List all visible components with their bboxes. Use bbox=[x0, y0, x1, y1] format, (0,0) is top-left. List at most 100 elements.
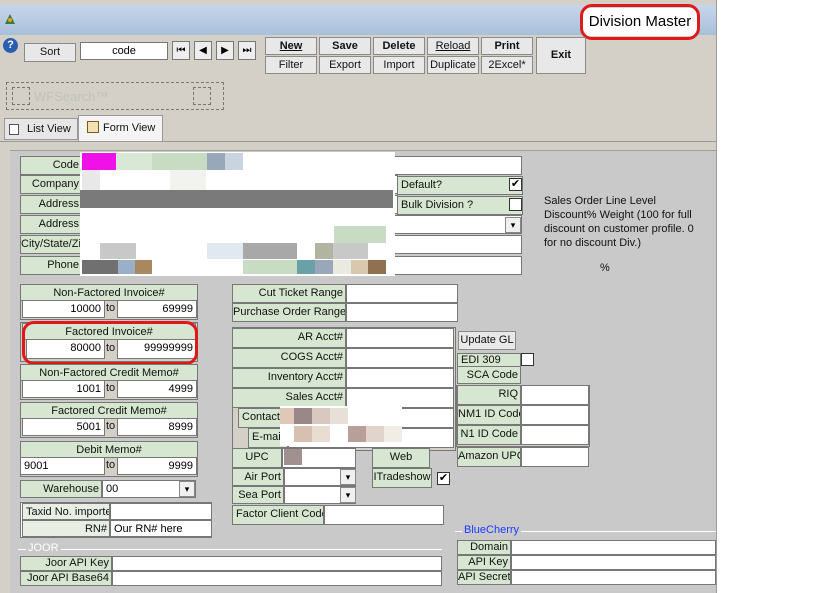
taxid-input[interactable] bbox=[110, 503, 212, 520]
riq-label: RIQ bbox=[457, 385, 521, 405]
tab-list-view-label: List View bbox=[27, 123, 71, 135]
tab-list-view[interactable]: List View bbox=[4, 118, 78, 140]
joor-api-base-input[interactable] bbox=[112, 571, 442, 586]
wfsearch-right-handle bbox=[193, 87, 211, 105]
nonfact-invoice-from[interactable]: 10000 bbox=[22, 300, 105, 318]
joor-api-key-label: Joor API Key bbox=[20, 556, 112, 571]
po-range-input[interactable] bbox=[346, 303, 458, 322]
print-button[interactable]: Print bbox=[481, 37, 533, 55]
redacted-pixel bbox=[82, 260, 118, 274]
redacted-pixel bbox=[118, 260, 135, 274]
bulk-division-checkbox[interactable] bbox=[509, 198, 522, 211]
inventory-acct-input[interactable] bbox=[346, 368, 454, 388]
ar-acct-label: AR Acct# bbox=[232, 328, 346, 348]
sort-field-input[interactable]: code bbox=[80, 42, 168, 60]
redacted-pixel bbox=[225, 153, 243, 170]
export-button[interactable]: Export bbox=[319, 56, 371, 74]
default-label: Default? bbox=[397, 176, 523, 195]
nonfact-credit-to-label: to bbox=[106, 382, 116, 394]
air-port-dropdown-icon[interactable]: ▾ bbox=[340, 469, 356, 485]
redacted-pixel bbox=[330, 408, 348, 424]
help-icon[interactable]: ? bbox=[3, 38, 18, 53]
edi-309-label: EDI 309 bbox=[457, 353, 521, 367]
nonfact-credit-label: Non-Factored Credit Memo# bbox=[20, 364, 198, 381]
factor-client-label: Factor Client Code bbox=[232, 505, 324, 525]
rn-input[interactable]: Our RN# here bbox=[110, 520, 212, 537]
n1-id-label: N1 ID Code bbox=[457, 425, 521, 445]
highlight-title bbox=[580, 4, 700, 40]
inventory-acct-label: Inventory Acct# bbox=[232, 368, 346, 388]
edi-309-checkbox[interactable] bbox=[521, 353, 534, 366]
cut-ticket-input[interactable] bbox=[346, 284, 458, 303]
upc-label: UPC bbox=[232, 448, 282, 468]
redacted-pixel bbox=[207, 153, 225, 170]
nonfact-invoice-to[interactable]: 69999 bbox=[117, 300, 197, 318]
next-record-button[interactable]: ▶ bbox=[216, 41, 234, 60]
sea-port-dropdown-icon[interactable]: ▾ bbox=[340, 487, 356, 503]
api-key-label: API Key bbox=[457, 555, 511, 570]
cut-ticket-label: Cut Ticket Range bbox=[232, 284, 346, 303]
last-record-button[interactable]: ⏭ bbox=[238, 41, 256, 60]
redacted-pixel bbox=[284, 449, 302, 465]
first-record-button[interactable]: ⏮ bbox=[172, 41, 190, 60]
address2-dropdown-icon[interactable]: ▾ bbox=[505, 217, 521, 233]
sort-button[interactable]: Sort bbox=[24, 43, 76, 62]
warehouse-dropdown-icon[interactable]: ▾ bbox=[179, 481, 195, 497]
factor-client-input[interactable] bbox=[324, 505, 444, 525]
default-checkbox[interactable]: ✔ bbox=[509, 178, 522, 191]
redacted-pixel bbox=[351, 260, 368, 274]
filter-button[interactable]: Filter bbox=[265, 56, 317, 74]
itradeshow-label: ITradeshow bbox=[372, 468, 432, 488]
ar-acct-input[interactable] bbox=[346, 328, 454, 348]
right-border-line bbox=[716, 0, 717, 593]
bluecherry-section-title: BlueCherry bbox=[462, 524, 522, 536]
joor-section-title: JOOR bbox=[26, 542, 61, 554]
redacted-pixel bbox=[82, 170, 100, 190]
riq-input[interactable] bbox=[521, 385, 589, 405]
api-secret-input[interactable] bbox=[511, 570, 716, 585]
exit-button[interactable]: Exit bbox=[536, 37, 586, 74]
save-button[interactable]: Save bbox=[319, 37, 371, 55]
itradeshow-checkbox[interactable]: ✔ bbox=[437, 472, 450, 485]
redacted-pixel bbox=[243, 243, 297, 259]
update-gl-button[interactable]: Update GL bbox=[458, 331, 516, 350]
delete-button[interactable]: Delete bbox=[373, 37, 425, 55]
sales-acct-label: Sales Acct# bbox=[232, 388, 346, 408]
cogs-acct-label: COGS Acct# bbox=[232, 348, 346, 368]
highlight-factored-invoice bbox=[22, 321, 198, 365]
redacted-pixel bbox=[297, 260, 315, 274]
phone-label: Phone bbox=[20, 256, 82, 275]
tab-form-view[interactable]: Form View bbox=[78, 115, 163, 141]
amazon-upc-label: Amazon UPC bbox=[457, 447, 521, 467]
tab-form-view-label: Form View bbox=[103, 122, 156, 134]
n1-id-input[interactable] bbox=[521, 425, 589, 445]
prev-record-button[interactable]: ◀ bbox=[194, 41, 212, 60]
redacted-pixel bbox=[315, 260, 333, 274]
redacted-pixel bbox=[207, 243, 243, 259]
address2-label: Address bbox=[20, 215, 82, 234]
import-button[interactable]: Import bbox=[373, 56, 425, 74]
sales-acct-input[interactable] bbox=[346, 388, 454, 408]
domain-input[interactable] bbox=[511, 540, 716, 555]
address1-label: Address bbox=[20, 195, 82, 214]
duplicate-button[interactable]: Duplicate bbox=[427, 56, 479, 74]
excel-button[interactable]: 2Excel* bbox=[481, 56, 533, 74]
debit-memo-to[interactable]: 9999 bbox=[117, 457, 197, 475]
joor-api-key-input[interactable] bbox=[112, 556, 442, 571]
cogs-acct-input[interactable] bbox=[346, 348, 454, 368]
debit-memo-from[interactable]: 9001 bbox=[20, 457, 105, 475]
fact-credit-from[interactable]: 5001 bbox=[22, 418, 105, 436]
redacted-pixel bbox=[243, 260, 297, 274]
nm1-id-input[interactable] bbox=[521, 405, 589, 425]
nonfact-credit-to[interactable]: 4999 bbox=[117, 380, 197, 398]
reload-button[interactable]: Reload bbox=[427, 37, 479, 55]
nonfact-credit-from[interactable]: 1001 bbox=[22, 380, 105, 398]
amazon-upc-input[interactable] bbox=[521, 447, 589, 467]
redacted-pixel bbox=[334, 226, 386, 243]
fact-credit-to[interactable]: 8999 bbox=[117, 418, 197, 436]
new-button[interactable]: New bbox=[265, 37, 317, 55]
api-key-input[interactable] bbox=[511, 555, 716, 570]
fact-credit-to-label: to bbox=[106, 420, 116, 432]
po-range-label: Purchase Order Range bbox=[232, 303, 346, 322]
domain-label: Domain bbox=[457, 540, 511, 555]
